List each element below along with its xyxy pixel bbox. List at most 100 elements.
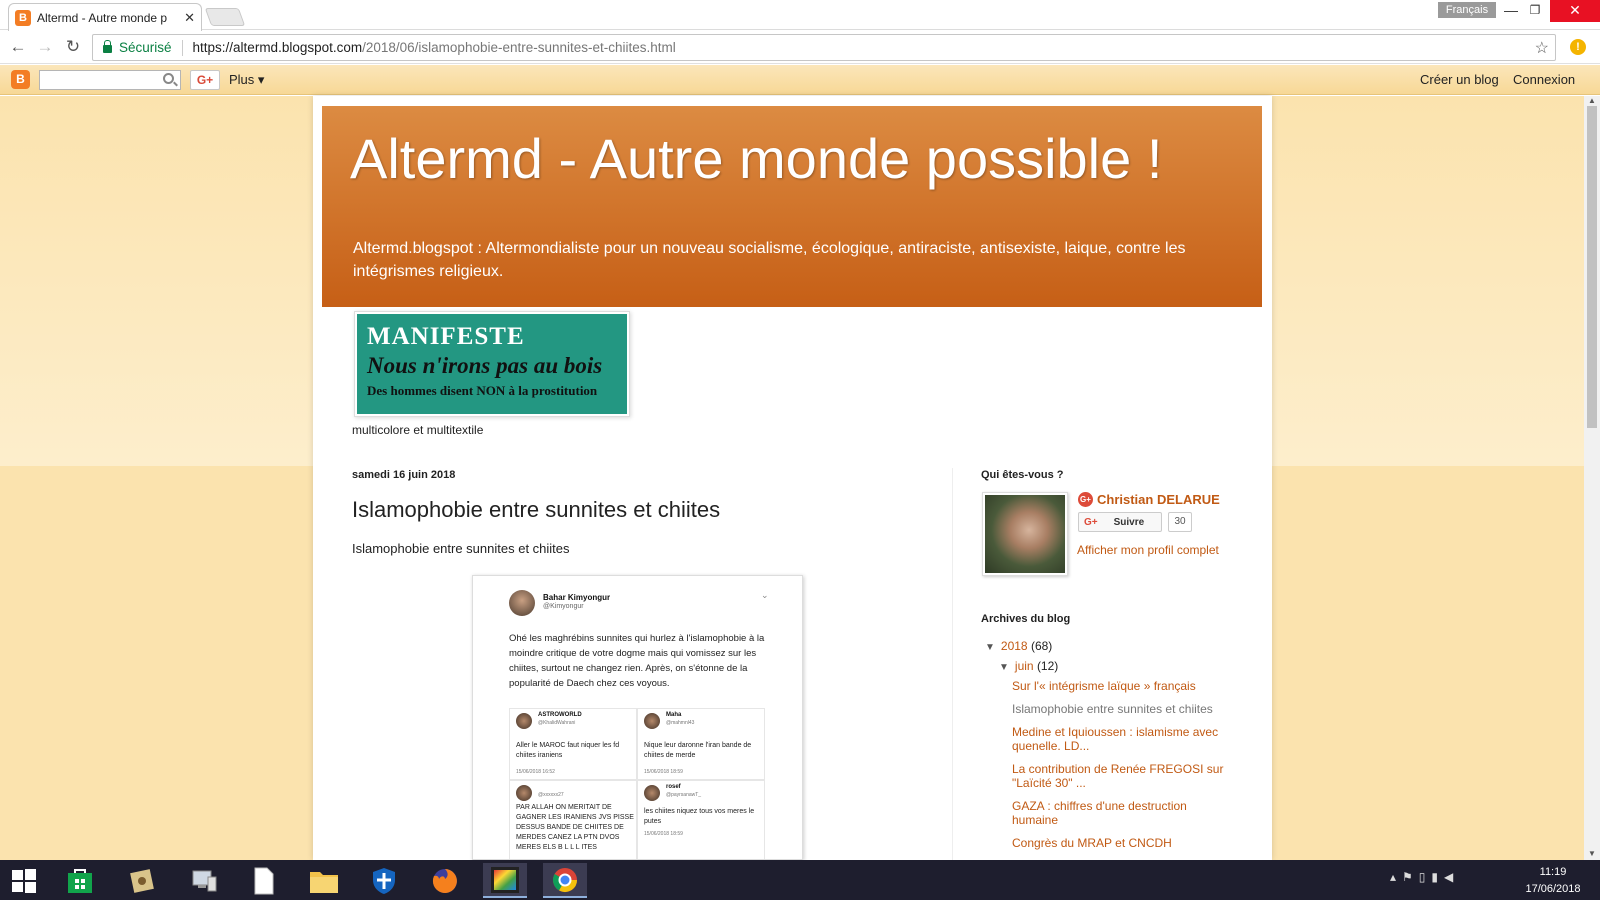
reply-name: ASTROWORLD (538, 712, 582, 718)
reply-name: rosef (666, 784, 681, 790)
archive-month-count: (12) (1036, 659, 1059, 673)
forward-icon[interactable]: → (35, 37, 55, 57)
follow-button[interactable]: G+ Suivre (1078, 512, 1162, 532)
tweet-screenshot[interactable]: Bahar Kimyongur @Kimyongur ⌄ Ohé les mag… (472, 575, 803, 860)
archive-year-count: (68) (1030, 639, 1053, 653)
back-icon[interactable]: ← (8, 37, 28, 57)
scrollbar-thumb[interactable] (1587, 106, 1597, 428)
banner-line-1: MANIFESTE (367, 323, 525, 350)
tweet-text: Ohé les maghrébins sunnites qui hurlez à… (509, 633, 765, 689)
search-icon[interactable] (163, 73, 174, 84)
lock-icon (103, 40, 112, 53)
reply-time: 15/06/2018 18:59 (644, 769, 683, 775)
blogger-icon: B (15, 9, 31, 26)
archives-title: Archives du blog (981, 613, 1071, 625)
blog-title[interactable]: Altermd - Autre monde possible ! (350, 126, 1162, 191)
reply-text: PAR ALLAH ON MERITAIT DE GAGNER LES IRAN… (516, 804, 634, 851)
reload-icon[interactable]: ↻ (63, 37, 83, 57)
address-bar[interactable]: Sécurisé https://altermd.blogspot.com/20… (92, 34, 1556, 61)
archive-month-label[interactable]: juin (1015, 659, 1034, 673)
archive-post-link[interactable]: Congrès du MRAP et CNCDH (1012, 836, 1230, 850)
sidebar-divider (952, 468, 953, 860)
avatar (644, 785, 660, 801)
chevron-down-icon: ⌄ (761, 590, 769, 600)
clock-date: 17/06/2018 (1525, 883, 1581, 895)
scroll-down-icon[interactable]: ▼ (1588, 849, 1596, 858)
map-tool-icon[interactable] (120, 863, 164, 898)
follow-label: Suivre (1113, 516, 1145, 528)
reply-time: 15/06/2018 18:59 (644, 831, 683, 837)
secure-label: Sécurisé (119, 40, 172, 55)
blog-search-input[interactable] (39, 70, 181, 90)
avatar (516, 785, 532, 801)
archive-post-link[interactable]: Medine et Iquioussen : islamisme avec qu… (1012, 725, 1230, 753)
url-host: https://altermd.blogspot.com (192, 40, 363, 55)
google-plus-icon: G+ (1084, 516, 1098, 528)
blog-description: Altermd.blogspot : Altermondialiste pour… (353, 240, 1186, 280)
blogger-navbar: B G+ Plus ▾ Créer un blog Connexion (0, 65, 1600, 95)
clock[interactable]: 11:19 17/06/2018 (1512, 864, 1594, 898)
system-tray-icons[interactable]: ▴⚑▯▮◀ (1390, 870, 1459, 884)
reply-handle: @payrsanawT_ (666, 792, 702, 798)
clock-time: 11:19 (1539, 866, 1567, 878)
collapse-triangle-icon[interactable]: ▼ (985, 642, 995, 653)
profile-photo[interactable] (982, 492, 1068, 576)
archive-year[interactable]: ▼ 2018 (68) (985, 639, 1052, 653)
reply-card: ASTROWORLD @KhalidWahrani Aller le MAROC… (509, 708, 637, 780)
avatar (509, 590, 535, 616)
create-blog-link[interactable]: Créer un blog (1420, 72, 1499, 87)
post-title[interactable]: Islamophobie entre sunnites et chiites (352, 497, 720, 523)
document-icon[interactable] (242, 863, 286, 898)
archive-year-label[interactable]: 2018 (1001, 639, 1028, 653)
reply-card: rosef @payrsanawT_ les chiites niquez to… (637, 780, 765, 859)
avatar (644, 713, 660, 729)
restore-icon[interactable]: ❐ (1520, 0, 1550, 22)
archive-post-current: Islamophobie entre sunnites et chiites (1012, 702, 1213, 716)
close-tab-icon[interactable]: ✕ (184, 10, 195, 26)
profile-name-link[interactable]: Christian DELARUE (1097, 492, 1220, 507)
media-player-icon[interactable] (483, 863, 527, 898)
url-path: /2018/06/islamophobie-entre-sunnites-et-… (362, 40, 676, 55)
bookmark-star-icon[interactable]: ☆ (1535, 38, 1549, 58)
more-menu[interactable]: Plus ▾ (229, 72, 264, 88)
computer-icon[interactable] (182, 863, 226, 898)
browser-tab[interactable]: B Altermd - Autre monde p ✕ (8, 3, 202, 31)
window-close-icon[interactable]: ✕ (1550, 0, 1600, 22)
archive-post-link[interactable]: Sur l'« intégrisme laïque » français (1012, 679, 1230, 693)
full-profile-link[interactable]: Afficher mon profil complet (1077, 543, 1219, 557)
archive-post-link[interactable]: La contribution de Renée FREGOSI sur "La… (1012, 762, 1230, 790)
divider (181, 39, 183, 56)
file-explorer-icon[interactable] (302, 863, 346, 898)
new-tab-button[interactable] (204, 8, 246, 26)
blogger-logo-icon[interactable]: B (11, 70, 30, 89)
scroll-up-icon[interactable]: ▲ (1588, 96, 1596, 105)
login-link[interactable]: Connexion (1513, 72, 1575, 87)
language-badge[interactable]: Français (1438, 2, 1496, 18)
banner-caption: multicolore et multitextile (352, 423, 484, 437)
manifeste-banner[interactable]: MANIFESTE Nous n'irons pas au bois Des h… (354, 311, 630, 417)
post-body: Islamophobie entre sunnites et chiites (352, 541, 570, 556)
reply-text: Aller le MAROC faut niquer les fd chiite… (516, 742, 620, 759)
archive-post-link[interactable]: GAZA : chiffres d'une destruction humain… (1012, 799, 1230, 827)
reply-card: Maha @mahmnl43 Nique leur daronne l'iran… (637, 708, 765, 780)
reply-name: Maha (666, 712, 682, 718)
store-icon[interactable] (58, 863, 102, 898)
taskbar (0, 860, 1600, 900)
collapse-triangle-icon[interactable]: ▼ (999, 662, 1009, 673)
banner-line-2: Nous n'irons pas au bois (367, 353, 603, 378)
reply-time: 15/06/2018 16:52 (516, 769, 555, 775)
security-shield-icon[interactable] (362, 863, 406, 898)
warning-icon[interactable]: ! (1570, 39, 1586, 55)
windows-start-icon[interactable] (2, 863, 46, 898)
google-plus-button[interactable]: G+ (190, 70, 220, 90)
chrome-icon[interactable] (543, 863, 587, 898)
tab-title: Altermd - Autre monde p (37, 10, 168, 25)
firefox-icon[interactable] (423, 863, 467, 898)
tweet-handle: @Kimyongur (543, 603, 584, 610)
reply-handle: @mahmnl43 (666, 720, 695, 726)
reply-text: Nique leur daronne l'iran bande de chiit… (644, 742, 752, 759)
reply-card: @xxxxxx27 PAR ALLAH ON MERITAIT DE GAGNE… (509, 780, 637, 859)
post-date: samedi 16 juin 2018 (352, 469, 456, 481)
reply-handle: @KhalidWahrani (538, 720, 576, 726)
archive-month[interactable]: ▼ juin (12) (999, 659, 1058, 673)
